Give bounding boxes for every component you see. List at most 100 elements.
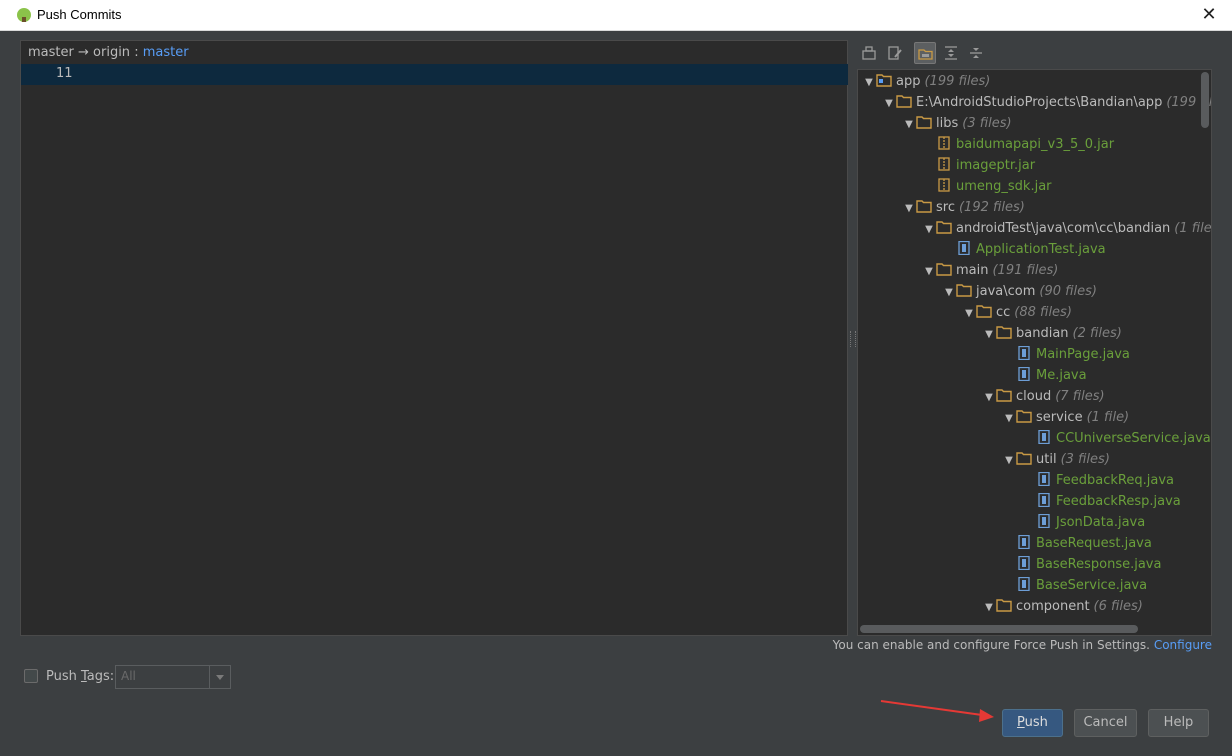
tree-row[interactable]: JsonData.java [1022, 512, 1145, 533]
tree-item-name: BaseService.java [1036, 578, 1148, 593]
cancel-button[interactable]: Cancel [1074, 709, 1137, 737]
commit-message: 11 [56, 66, 73, 81]
expand-arrow-icon[interactable]: ▼ [982, 324, 996, 345]
tree-row[interactable]: FeedbackResp.java [1022, 491, 1181, 512]
push-button[interactable]: Push [1002, 709, 1063, 737]
tree-row[interactable]: ▼ cloud (7 files) [982, 386, 1104, 408]
branch-separator: : [134, 45, 139, 60]
tree-item-name: src [936, 200, 955, 215]
java-file-icon [1036, 493, 1056, 509]
tree-row[interactable]: MainPage.java [1002, 344, 1130, 365]
tree-row[interactable]: ▼ java\com (90 files) [942, 281, 1097, 302]
tree-item-name: ApplicationTest.java [976, 242, 1106, 257]
push-tags-select[interactable]: All [115, 665, 231, 689]
tree-item-name: cc [996, 305, 1011, 320]
changed-files-tree[interactable]: ▼ app (199 files) ▼ E:\AndroidStudioProjects… [857, 69, 1212, 636]
tree-item-name: FeedbackResp.java [1056, 494, 1181, 509]
expand-arrow-icon[interactable]: ▼ [942, 282, 956, 303]
group-by-module-button[interactable] [858, 42, 880, 64]
remote-name: origin [93, 45, 131, 60]
tree-item-name: androidTest\java\com\cc\bandian [956, 221, 1171, 236]
android-studio-icon [17, 8, 31, 22]
file-count: (90 files) [1039, 284, 1097, 299]
tree-item-name: main [956, 263, 989, 278]
expand-arrow-icon[interactable]: ▼ [982, 597, 996, 618]
tree-row[interactable]: ▼ bandian (2 files) [982, 323, 1122, 344]
tree-row[interactable]: imageptr.jar [922, 155, 1035, 176]
splitter-handle[interactable] [850, 331, 856, 347]
tree-row[interactable]: ▼ util (3 files) [1002, 449, 1110, 470]
expand-arrow-icon[interactable]: ▼ [902, 114, 916, 135]
tree-row[interactable]: BaseService.java [1002, 575, 1147, 596]
tree-item-name: umeng_sdk.jar [956, 179, 1052, 194]
file-count: (6 files) [1093, 599, 1143, 614]
push-tags-checkbox[interactable] [24, 669, 38, 683]
tree-item-name: Me.java [1036, 368, 1087, 383]
tree-row[interactable]: ▼ libs (3 files) [902, 113, 1011, 135]
tree-item-name: cloud [1016, 389, 1052, 404]
chevron-down-icon [209, 666, 230, 688]
folder-icon [1016, 452, 1036, 467]
tree-item-name: BaseResponse.java [1036, 557, 1162, 572]
tree-row[interactable]: BaseResponse.java [1002, 554, 1161, 575]
help-button[interactable]: Help [1148, 709, 1209, 737]
tree-row[interactable]: ApplicationTest.java [942, 239, 1106, 260]
file-count: (199 files) [924, 74, 991, 89]
tree-item-name: E:\AndroidStudioProjects\Bandian\app [916, 95, 1163, 110]
vertical-scrollbar[interactable] [1201, 72, 1209, 128]
branch-header: master → origin : master [28, 45, 189, 60]
expand-arrow-icon[interactable]: ▼ [902, 198, 916, 219]
commit-row[interactable]: 11 [21, 64, 848, 85]
tree-row[interactable]: ▼ main (191 files) [922, 260, 1058, 281]
expand-all-icon [945, 46, 957, 60]
tree-row[interactable]: CCUniverseService.java [1022, 428, 1211, 449]
jar-file-icon [936, 178, 956, 194]
tree-item-name: app [896, 74, 921, 89]
window-title: Push Commits [37, 7, 122, 22]
tree-item-name: MainPage.java [1036, 347, 1130, 362]
tree-item-name: CCUniverseService.java [1056, 431, 1211, 446]
tree-item-name: java\com [976, 284, 1036, 299]
folder-icon [936, 221, 956, 236]
tree-row[interactable]: ▼ androidTest\java\com\cc\bandian(1 file) [922, 218, 1211, 240]
expand-arrow-icon[interactable]: ▼ [1002, 450, 1016, 471]
tree-item-name: BaseRequest.java [1036, 536, 1152, 551]
tree-row[interactable]: Me.java [1002, 365, 1087, 386]
folder-icon [956, 284, 976, 299]
java-file-icon [1016, 535, 1036, 551]
tree-row[interactable]: ▼ component (6 files) [982, 596, 1143, 617]
local-branch: master [28, 45, 74, 60]
tree-row[interactable]: FeedbackReq.java [1022, 470, 1174, 491]
horizontal-scrollbar[interactable] [860, 625, 1138, 633]
configure-link[interactable]: Configure [1154, 638, 1212, 652]
module-folder-icon [876, 74, 896, 89]
tree-row[interactable]: umeng_sdk.jar [922, 176, 1052, 197]
folder-icon [896, 95, 916, 110]
tree-row[interactable]: ▼ E:\AndroidStudioProjects\Bandian\app (19… [882, 92, 1211, 114]
collapse-all-button[interactable] [965, 42, 987, 64]
jar-file-icon [936, 136, 956, 152]
expand-arrow-icon[interactable]: ▼ [922, 219, 936, 240]
expand-arrow-icon[interactable]: ▼ [922, 261, 936, 282]
tree-row[interactable]: ▼ src (192 files) [902, 197, 1025, 218]
tree-row[interactable]: ▼ app (199 files) [862, 71, 990, 92]
expand-arrow-icon[interactable]: ▼ [862, 72, 876, 93]
expand-arrow-icon[interactable]: ▼ [882, 93, 896, 114]
expand-arrow-icon[interactable]: ▼ [1002, 408, 1016, 429]
remote-branch-link[interactable]: master [143, 45, 189, 60]
tree-item-name: JsonData.java [1056, 515, 1146, 530]
file-count: (88 files) [1014, 305, 1072, 320]
tree-row[interactable]: BaseRequest.java [1002, 533, 1152, 554]
java-file-icon [1036, 430, 1056, 446]
expand-arrow-icon[interactable]: ▼ [982, 387, 996, 408]
java-file-icon [1016, 367, 1036, 383]
group-by-directory-button[interactable] [914, 42, 936, 64]
tree-row[interactable]: ▼ cc (88 files) [962, 302, 1072, 323]
file-count: (191 files) [992, 263, 1059, 278]
expand-arrow-icon[interactable]: ▼ [962, 303, 976, 324]
expand-all-button[interactable] [940, 42, 962, 64]
tree-row[interactable]: ▼ service (1 file) [1002, 407, 1129, 428]
edit-source-button[interactable] [884, 42, 906, 64]
close-button[interactable]: ✕ [1196, 3, 1222, 27]
tree-row[interactable]: baidumapapi_v3_5_0.jar [922, 134, 1114, 155]
